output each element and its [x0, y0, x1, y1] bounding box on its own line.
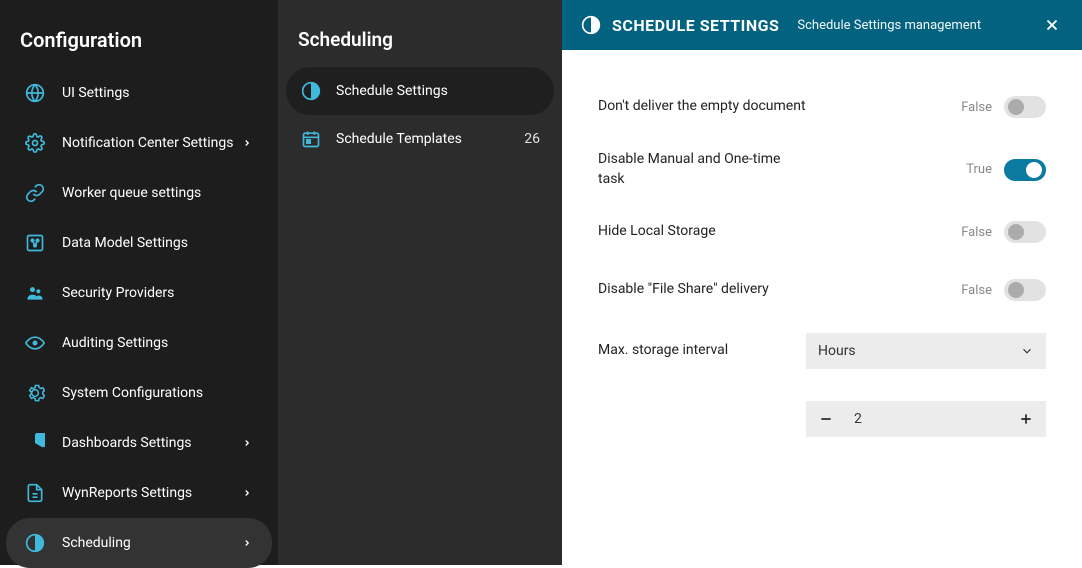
nav-auditing[interactable]: Auditing Settings — [6, 318, 272, 368]
chevron-right-icon — [240, 486, 254, 500]
nav-system-config[interactable]: System Configurations — [6, 368, 272, 418]
setting-disable-manual: Disable Manual and One-time task True — [598, 136, 1046, 203]
nav-item-label: Security Providers — [62, 285, 254, 301]
chevron-right-icon — [240, 536, 254, 550]
sub-schedule-settings[interactable]: Schedule Settings — [286, 67, 554, 115]
settings-content: Don't deliver the empty document False D… — [562, 50, 1082, 565]
document-icon — [24, 482, 46, 504]
toggle-value-text: False — [961, 225, 992, 240]
clock-icon — [580, 14, 602, 36]
setting-max-storage-interval: Max. storage interval Hours — [598, 319, 1046, 383]
nav-item-label: Data Model Settings — [62, 235, 254, 251]
setting-dont-deliver-empty: Don't deliver the empty document False — [598, 78, 1046, 136]
eye-icon — [24, 332, 46, 354]
toggle-disable-fileshare[interactable] — [1004, 279, 1046, 301]
interval-unit-select[interactable]: Hours — [806, 333, 1046, 369]
nav-wynreports[interactable]: WynReports Settings — [6, 468, 272, 518]
panel-header: SCHEDULE SETTINGS Schedule Settings mana… — [562, 0, 1082, 50]
nav-item-label: Worker queue settings — [62, 185, 254, 201]
nav-item-label: Scheduling — [62, 535, 240, 551]
calendar-icon — [300, 128, 322, 150]
pie-icon — [24, 432, 46, 454]
nav-item-label: Dashboards Settings — [62, 435, 240, 451]
sidebar-secondary-title: Scheduling — [278, 18, 562, 67]
gear-icon — [24, 382, 46, 404]
panel-title: SCHEDULE SETTINGS — [612, 16, 779, 35]
main-panel: SCHEDULE SETTINGS Schedule Settings mana… — [562, 0, 1082, 565]
link-icon — [24, 182, 46, 204]
clock-icon — [300, 80, 322, 102]
nav-security-providers[interactable]: Security Providers — [6, 268, 272, 318]
interval-value-row: 2 — [598, 383, 1046, 437]
sub-item-count: 26 — [524, 131, 540, 147]
nav-item-label: Notification Center Settings — [62, 135, 240, 151]
interval-stepper: 2 — [806, 401, 1046, 437]
sidebar-primary-title: Configuration — [0, 18, 278, 68]
nav-ui-settings[interactable]: UI Settings — [6, 68, 272, 118]
setting-label: Hide Local Storage — [598, 222, 806, 242]
close-button[interactable] — [1040, 13, 1064, 37]
stepper-increment[interactable] — [1006, 401, 1046, 437]
nav-worker-queue[interactable]: Worker queue settings — [6, 168, 272, 218]
panel-subtitle: Schedule Settings management — [797, 18, 981, 33]
toggle-value-text: True — [966, 162, 992, 177]
setting-disable-fileshare: Disable "File Share" delivery False — [598, 261, 1046, 319]
toggle-value-text: False — [961, 100, 992, 115]
clock-icon — [24, 532, 46, 554]
users-icon — [24, 282, 46, 304]
nav-notification-center[interactable]: Notification Center Settings — [6, 118, 272, 168]
setting-hide-local-storage: Hide Local Storage False — [598, 203, 1046, 261]
globe-icon — [24, 82, 46, 104]
data-model-icon — [24, 232, 46, 254]
nav-item-label: Auditing Settings — [62, 335, 254, 351]
chevron-right-icon — [240, 136, 254, 150]
sidebar-primary: Configuration UI Settings Notification C… — [0, 0, 278, 565]
stepper-value[interactable]: 2 — [846, 411, 1006, 427]
sidebar-secondary: Scheduling Schedule Settings Schedule Te… — [278, 0, 562, 565]
nav-scheduling[interactable]: Scheduling — [6, 518, 272, 568]
gear-icon — [24, 132, 46, 154]
nav-item-label: System Configurations — [62, 385, 254, 401]
stepper-decrement[interactable] — [806, 401, 846, 437]
setting-label: Disable Manual and One-time task — [598, 150, 806, 189]
sub-schedule-templates[interactable]: Schedule Templates 26 — [286, 115, 554, 163]
nav-data-model[interactable]: Data Model Settings — [6, 218, 272, 268]
toggle-value-text: False — [961, 283, 992, 298]
toggle-hide-local-storage[interactable] — [1004, 221, 1046, 243]
setting-label: Don't deliver the empty document — [598, 97, 806, 117]
sub-item-label: Schedule Settings — [336, 83, 540, 99]
chevron-right-icon — [240, 436, 254, 450]
select-value: Hours — [818, 343, 856, 359]
toggle-dont-deliver-empty[interactable] — [1004, 96, 1046, 118]
setting-label: Max. storage interval — [598, 341, 806, 361]
sub-item-label: Schedule Templates — [336, 131, 524, 147]
toggle-disable-manual[interactable] — [1004, 159, 1046, 181]
chevron-down-icon — [1020, 344, 1034, 358]
nav-dashboards[interactable]: Dashboards Settings — [6, 418, 272, 468]
nav-item-label: UI Settings — [62, 85, 254, 101]
nav-item-label: WynReports Settings — [62, 485, 240, 501]
setting-label: Disable "File Share" delivery — [598, 280, 806, 300]
